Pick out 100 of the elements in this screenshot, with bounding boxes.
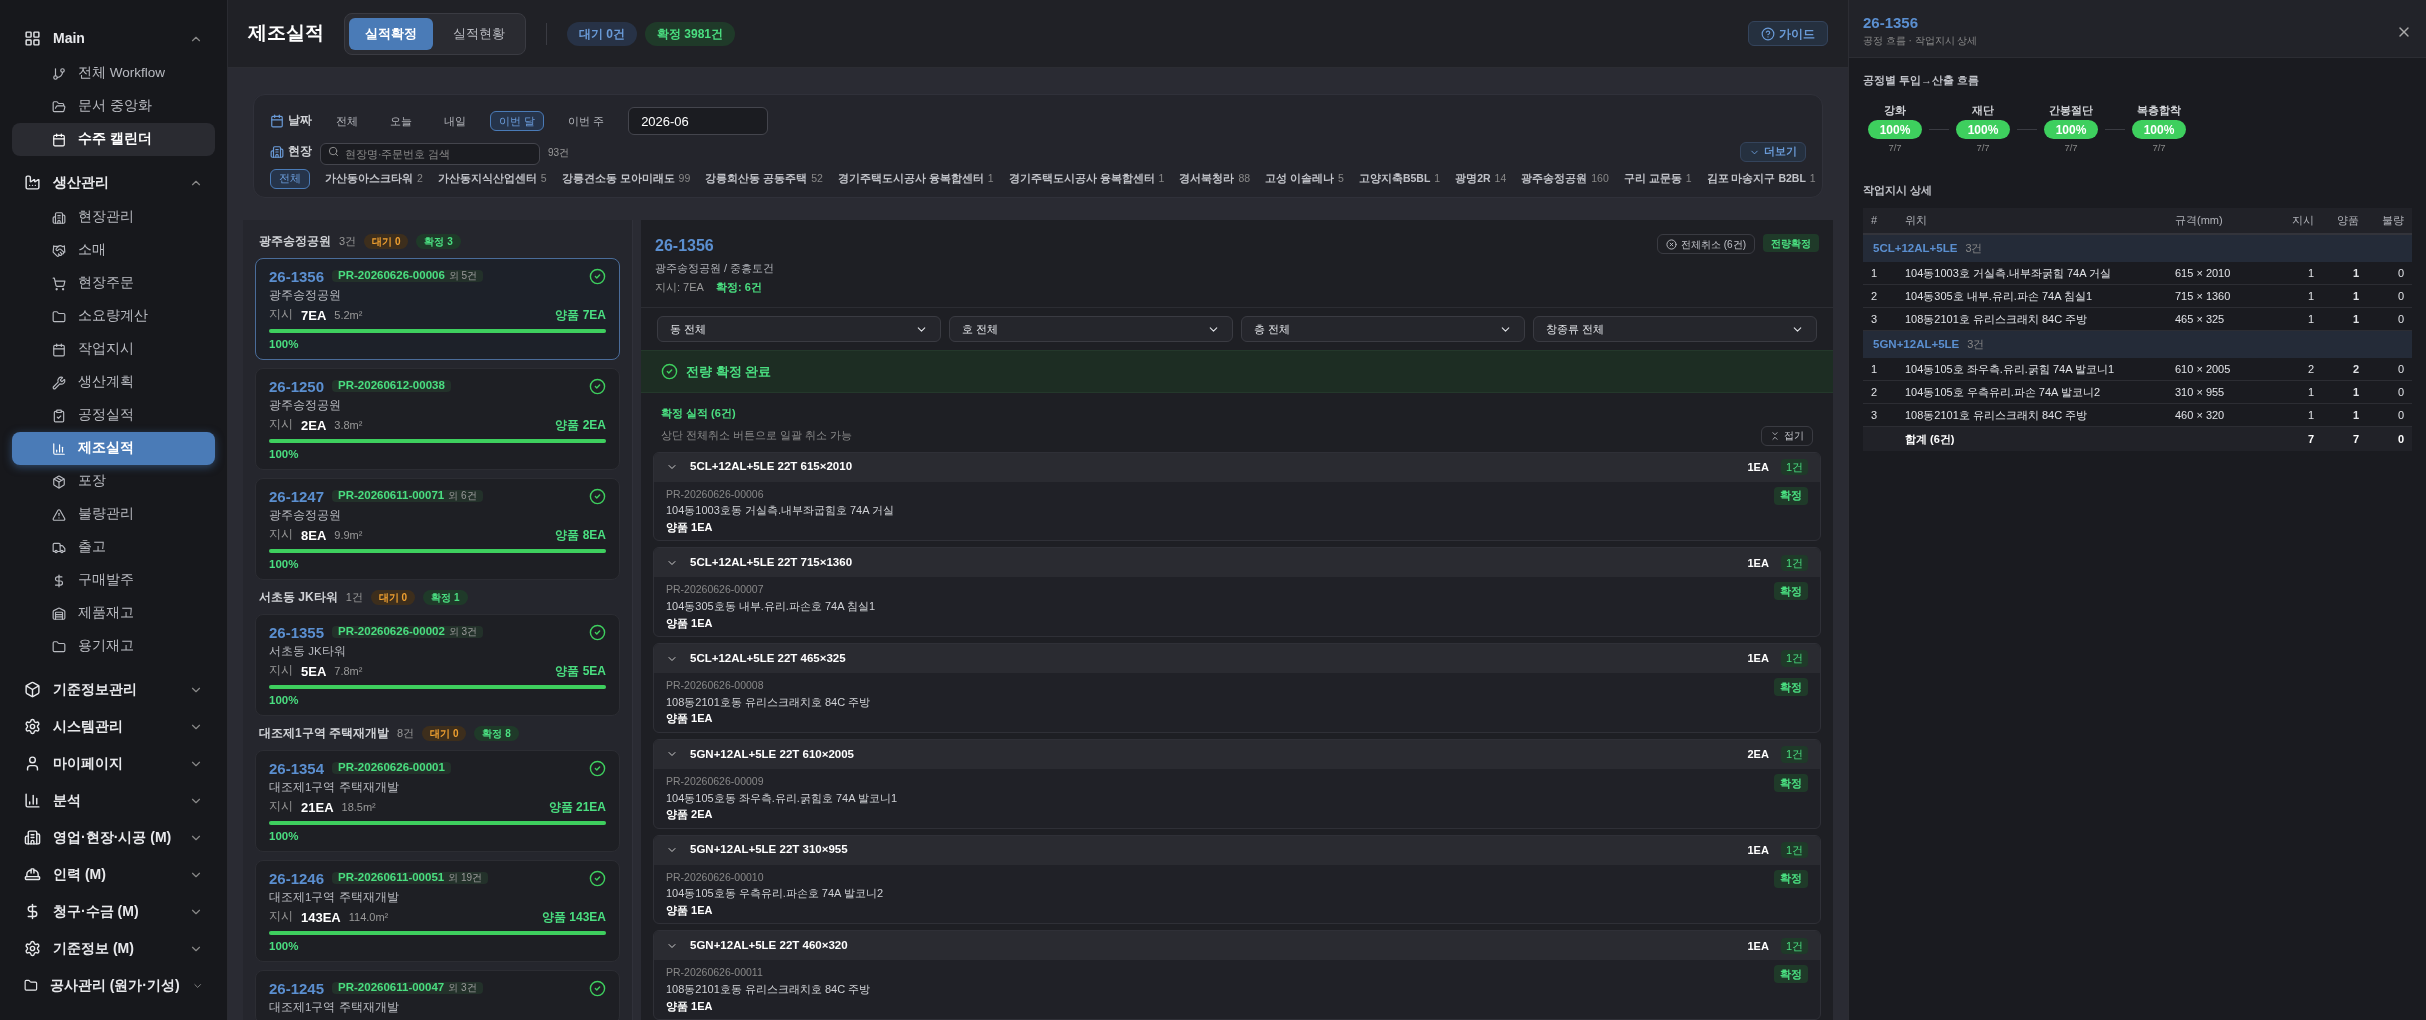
filter-dropdown[interactable]: 동 전체 — [657, 316, 941, 342]
filter-dropdown[interactable]: 호 전체 — [949, 316, 1233, 342]
result-item-header[interactable]: 5GN+12AL+5LE 22T 310×955 1EA 1건 — [654, 835, 1820, 865]
sidebar-item[interactable]: 작업지시 — [12, 333, 215, 366]
site-chip[interactable]: 김포 마송지구 B2BL 1 — [1706, 169, 1816, 189]
result-item-header[interactable]: 5CL+12AL+5LE 22T 715×1360 1EA 1건 — [654, 548, 1820, 578]
date-option[interactable]: 내일 — [436, 111, 474, 131]
sidebar-group[interactable]: 분석 — [12, 782, 215, 819]
order-number-tag: PR-20260611-00051 외 19건 — [332, 872, 489, 884]
sidebar-item[interactable]: 현장주문 — [12, 267, 215, 300]
order-quantity: 5EA — [301, 664, 327, 678]
result-item-header[interactable]: 5CL+12AL+5LE 22T 615×2010 1EA 1건 — [654, 452, 1820, 482]
item-count-badge: 1건 — [1780, 746, 1808, 763]
order-card[interactable]: 26-1354 PR-20260626-00001 대조제1구역 주택재개발 지시 21EA 18.5m² 양품 21EA 100% — [255, 750, 620, 852]
result-item-header[interactable]: 5GN+12AL+5LE 22T 610×2005 2EA 1건 — [654, 739, 1820, 769]
site-chip[interactable]: 경서북청라 88 — [1179, 169, 1251, 189]
sidebar-group[interactable]: 기준정보관리 — [12, 671, 215, 708]
table-cell-text: 0 — [2396, 311, 2405, 327]
filter-dropdown[interactable]: 창종류 전체 — [1533, 316, 1817, 342]
table-cell-text: 0 — [2396, 361, 2405, 377]
order-card[interactable]: 26-1250 PR-20260612-00038 광주송정공원 지시 2EA 3.8m² 양품 2EA 100% — [255, 368, 620, 470]
tab[interactable]: 실적현황 — [437, 17, 521, 50]
site-group-title: 대조제1구역 주택재개발 — [259, 725, 389, 742]
sidebar-group[interactable]: 공사관리 (원가·기성) — [12, 967, 215, 1004]
sidebar-item[interactable]: 제조실적 — [12, 432, 215, 465]
site-chip[interactable]: 광주송정공원 160 — [1521, 169, 1609, 189]
table-cell-text: 465 × 325 — [2174, 311, 2226, 327]
step-ratio: 7/7 — [2064, 141, 2078, 156]
collapse-button[interactable]: 접기 — [1761, 425, 1813, 446]
month-field[interactable]: 2026-06 — [628, 107, 769, 135]
sidebar-item[interactable]: 생산계획 — [12, 366, 215, 399]
search-field[interactable]: 현장명·주문번호 검색 — [320, 143, 540, 165]
order-site: 대조제1구역 주택재개발 — [269, 890, 400, 906]
progress-percent: 100% — [269, 939, 300, 954]
tab[interactable]: 실적확정 — [349, 17, 433, 50]
sidebar-group[interactable]: 생산관리 — [12, 164, 215, 201]
sidebar-item[interactable]: 포장 — [12, 465, 215, 498]
site-chip[interactable]: 경기주택도시공사 융복합센터 1 — [837, 169, 994, 189]
site-chip[interactable]: 강릉견소동 모아미래도 99 — [561, 169, 691, 189]
sidebar-item[interactable]: 문서 중앙화 — [12, 90, 215, 123]
order-label: 지시 — [269, 911, 293, 923]
filter-dropdown[interactable]: 층 전체 — [1241, 316, 1525, 342]
site-chip[interactable]: 가산동아스크타워 2 — [325, 169, 423, 189]
site-chip[interactable]: 강릉회산동 공동주택 52 — [705, 169, 823, 189]
order-number-tag: PR-20260626-00006 외 5건 — [332, 270, 484, 282]
item-count-badge: 1건 — [1780, 554, 1808, 571]
sidebar-item[interactable]: 소요량계산 — [12, 300, 215, 333]
sidebar-item[interactable]: 용기재고 — [12, 630, 215, 663]
item-good-quantity: 양품 1EA — [666, 519, 714, 535]
sidebar-item[interactable]: 소매 — [12, 234, 215, 267]
sidebar-group[interactable]: Main — [12, 20, 215, 57]
order-site: 광주송정공원 — [269, 398, 342, 414]
cancel-all-button[interactable]: 전체취소 (6건) — [1657, 234, 1755, 254]
sidebar-item[interactable]: 수주 캘린더 — [12, 123, 215, 156]
sidebar-group[interactable]: 인력 (M) — [12, 856, 215, 893]
site-chip[interactable]: 가산동지식산업센터 5 — [437, 169, 547, 189]
sidebar-group[interactable]: 청구·수금 (M) — [12, 893, 215, 930]
order-card[interactable]: 26-1247 PR-20260611-00071 외 6건 광주송정공원 지시 8EA 9.9m² 양품 8EA 100% — [255, 478, 620, 580]
order-card[interactable]: 26-1356 PR-20260626-00006 외 5건 광주송정공원 지시 7EA 5.2m² 양품 7EA 100% — [255, 258, 620, 360]
table-cell-text: 1 — [2306, 311, 2315, 327]
result-item-header[interactable]: 5GN+12AL+5LE 22T 460×320 1EA 1건 — [654, 931, 1820, 961]
sidebar-group[interactable]: 기준정보 (M) — [12, 930, 215, 967]
sidebar-item[interactable]: 전체 Workflow — [12, 57, 215, 90]
date-option[interactable]: 이번 주 — [560, 111, 613, 131]
guide-button[interactable]: 가이드 — [1748, 21, 1828, 46]
item-status-badge: 확정 — [1774, 773, 1808, 792]
sidebar-group[interactable]: 시스템관리 — [12, 708, 215, 745]
result-item-header[interactable]: 5CL+12AL+5LE 22T 465×325 1EA 1건 — [654, 644, 1820, 673]
sidebar-item[interactable]: 공정실적 — [12, 399, 215, 432]
order-card[interactable]: 26-1245 PR-20260611-00047 외 3건 대조제1구역 주택재개발 — [255, 970, 620, 1020]
column-header: # — [1870, 213, 1879, 229]
site-chip[interactable]: 광명2R 14 — [1455, 169, 1507, 189]
site-chip[interactable]: 경기주택도시공사 융복합센터 1 — [1008, 169, 1165, 189]
table-cell-text: 615 × 2010 — [2174, 265, 2232, 281]
date-option[interactable]: 오늘 — [382, 111, 420, 131]
item-status-badge: 확정 — [1774, 678, 1808, 696]
date-option[interactable]: 이번 달 — [490, 111, 545, 131]
sidebar-item[interactable]: 현장관리 — [12, 201, 215, 234]
order-card[interactable]: 26-1246 PR-20260611-00051 외 19건 대조제1구역 주택재개발 지시 143EA 114.0m² 양품 143EA 100% — [255, 860, 620, 962]
order-area: 7.8m² — [334, 665, 363, 677]
status-badge: 전량확정 — [1763, 234, 1819, 252]
table-cell-text: 0 — [2396, 265, 2405, 281]
site-chip[interactable]: 고성 이솔레나 5 — [1265, 169, 1344, 189]
site-chip[interactable]: 구리 교문동 1 — [1623, 169, 1692, 189]
sidebar-item[interactable]: 제품재고 — [12, 597, 215, 630]
date-option[interactable]: 전체 — [328, 111, 366, 131]
site-chip[interactable]: 고양지축B5BL 1 — [1358, 169, 1441, 189]
more-button[interactable]: 더보기 — [1740, 142, 1806, 162]
column-header: 불량 — [2381, 213, 2405, 229]
sidebar-group[interactable]: 마이페이지 — [12, 745, 215, 782]
order-label: 지시 — [269, 419, 293, 431]
table-cell-text: 1 — [1870, 361, 1879, 377]
site-chip[interactable]: 전체 — [270, 169, 310, 189]
sidebar-group[interactable]: 영업·현장·시공 (M) — [12, 819, 215, 856]
order-id: 26-1247 — [269, 488, 325, 504]
sidebar-item[interactable]: 불량관리 — [12, 498, 215, 531]
sidebar-item[interactable]: 출고 — [12, 531, 215, 564]
sidebar-item[interactable]: 구매발주 — [12, 564, 215, 597]
detail-ordered: 지시: 7EA — [655, 279, 704, 295]
order-card[interactable]: 26-1355 PR-20260626-00002 외 3건 서초동 JK타워 지시 5EA 7.8m² 양품 5EA 100% — [255, 614, 620, 716]
